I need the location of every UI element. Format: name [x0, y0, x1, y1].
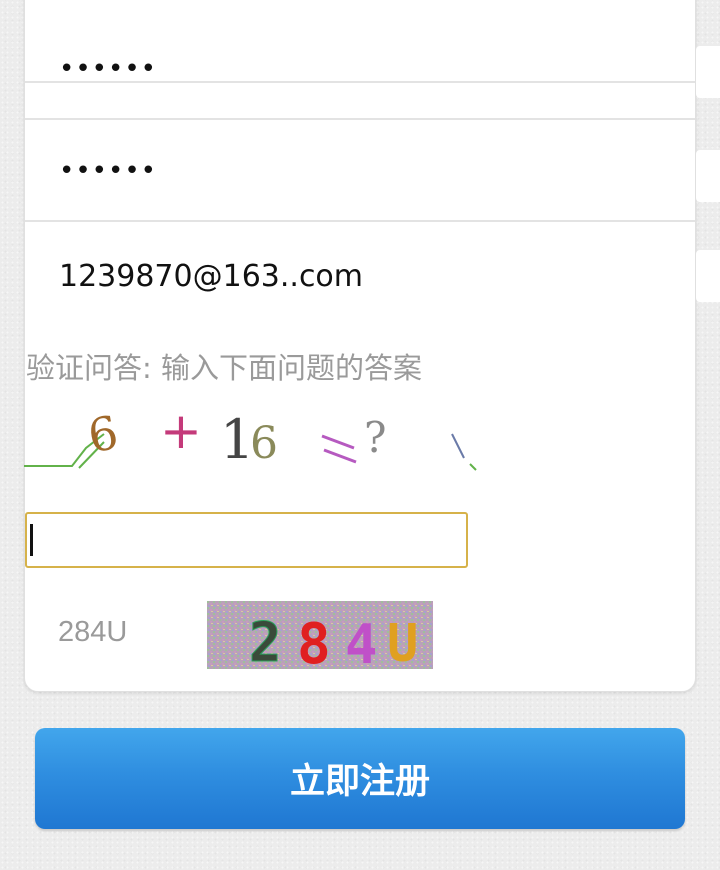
confirm-password-input[interactable]: [57, 120, 661, 222]
svg-text:6: 6: [84, 405, 122, 463]
captcha-code-label: 284U: [58, 616, 128, 648]
text-caret: [30, 524, 33, 556]
svg-text:4: 4: [345, 613, 378, 669]
edge-tab: [696, 150, 720, 202]
page: 验证问答: 输入下面问题的答案 6 + 1 6 ? 284U 2 8 4 U: [0, 0, 720, 870]
verification-answer-input[interactable]: [25, 512, 468, 568]
captcha-image[interactable]: 2 8 4 U: [207, 601, 433, 669]
email-input[interactable]: [57, 224, 661, 328]
edge-tab: [696, 250, 720, 302]
verification-question-label: 验证问答: 输入下面问题的答案: [26, 351, 422, 385]
svg-text:?: ?: [364, 413, 387, 462]
edge-tab: [696, 46, 720, 98]
svg-text:2: 2: [249, 611, 282, 669]
email-field[interactable]: [25, 224, 695, 328]
register-button[interactable]: 立即注册: [35, 728, 685, 829]
password-field[interactable]: [25, 18, 695, 120]
svg-text:8: 8: [297, 612, 331, 669]
svg-text:U: U: [387, 614, 418, 669]
confirm-password-field[interactable]: [25, 120, 695, 222]
question-captcha-image: 6 + 1 6 ?: [24, 402, 477, 471]
svg-text:6: 6: [250, 418, 278, 469]
svg-text:+: +: [160, 402, 202, 460]
password-input[interactable]: [57, 18, 661, 120]
